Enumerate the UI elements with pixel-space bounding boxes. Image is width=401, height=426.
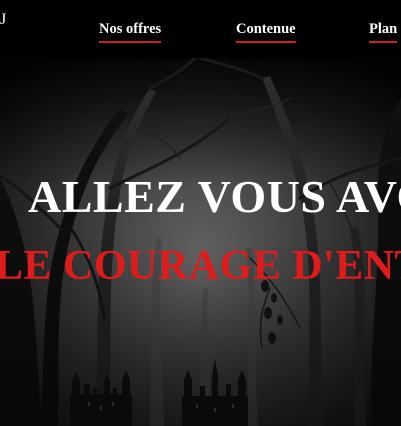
nav-item-label: Contenue <box>236 21 296 37</box>
nav-item-nos-offres[interactable]: Nos offres <box>99 21 162 43</box>
nav-underline <box>99 41 162 43</box>
nav-underline <box>236 41 296 43</box>
nav-item-plan[interactable]: Plan <box>369 21 398 43</box>
hero-subheadline: LE COURAGE D'ENTRER <box>0 243 401 289</box>
haunted-forest-castle-image <box>0 58 401 426</box>
brand-logo[interactable]: J <box>0 13 14 27</box>
nav-item-contenue[interactable]: Contenue <box>236 21 296 43</box>
nav-item-label: Plan <box>369 21 398 37</box>
nav-underline <box>369 41 398 43</box>
nav-item-label: Nos offres <box>99 21 162 37</box>
top-navigation-bar: J Nos offres Contenue Plan <box>0 0 401 58</box>
page: J Nos offres Contenue Plan ALLEZ VOUS AV… <box>0 0 401 426</box>
hero-headline: ALLEZ VOUS AVOIR <box>28 171 401 222</box>
hero-section: ALLEZ VOUS AVOIR LE COURAGE D'ENTRER <box>0 58 401 426</box>
